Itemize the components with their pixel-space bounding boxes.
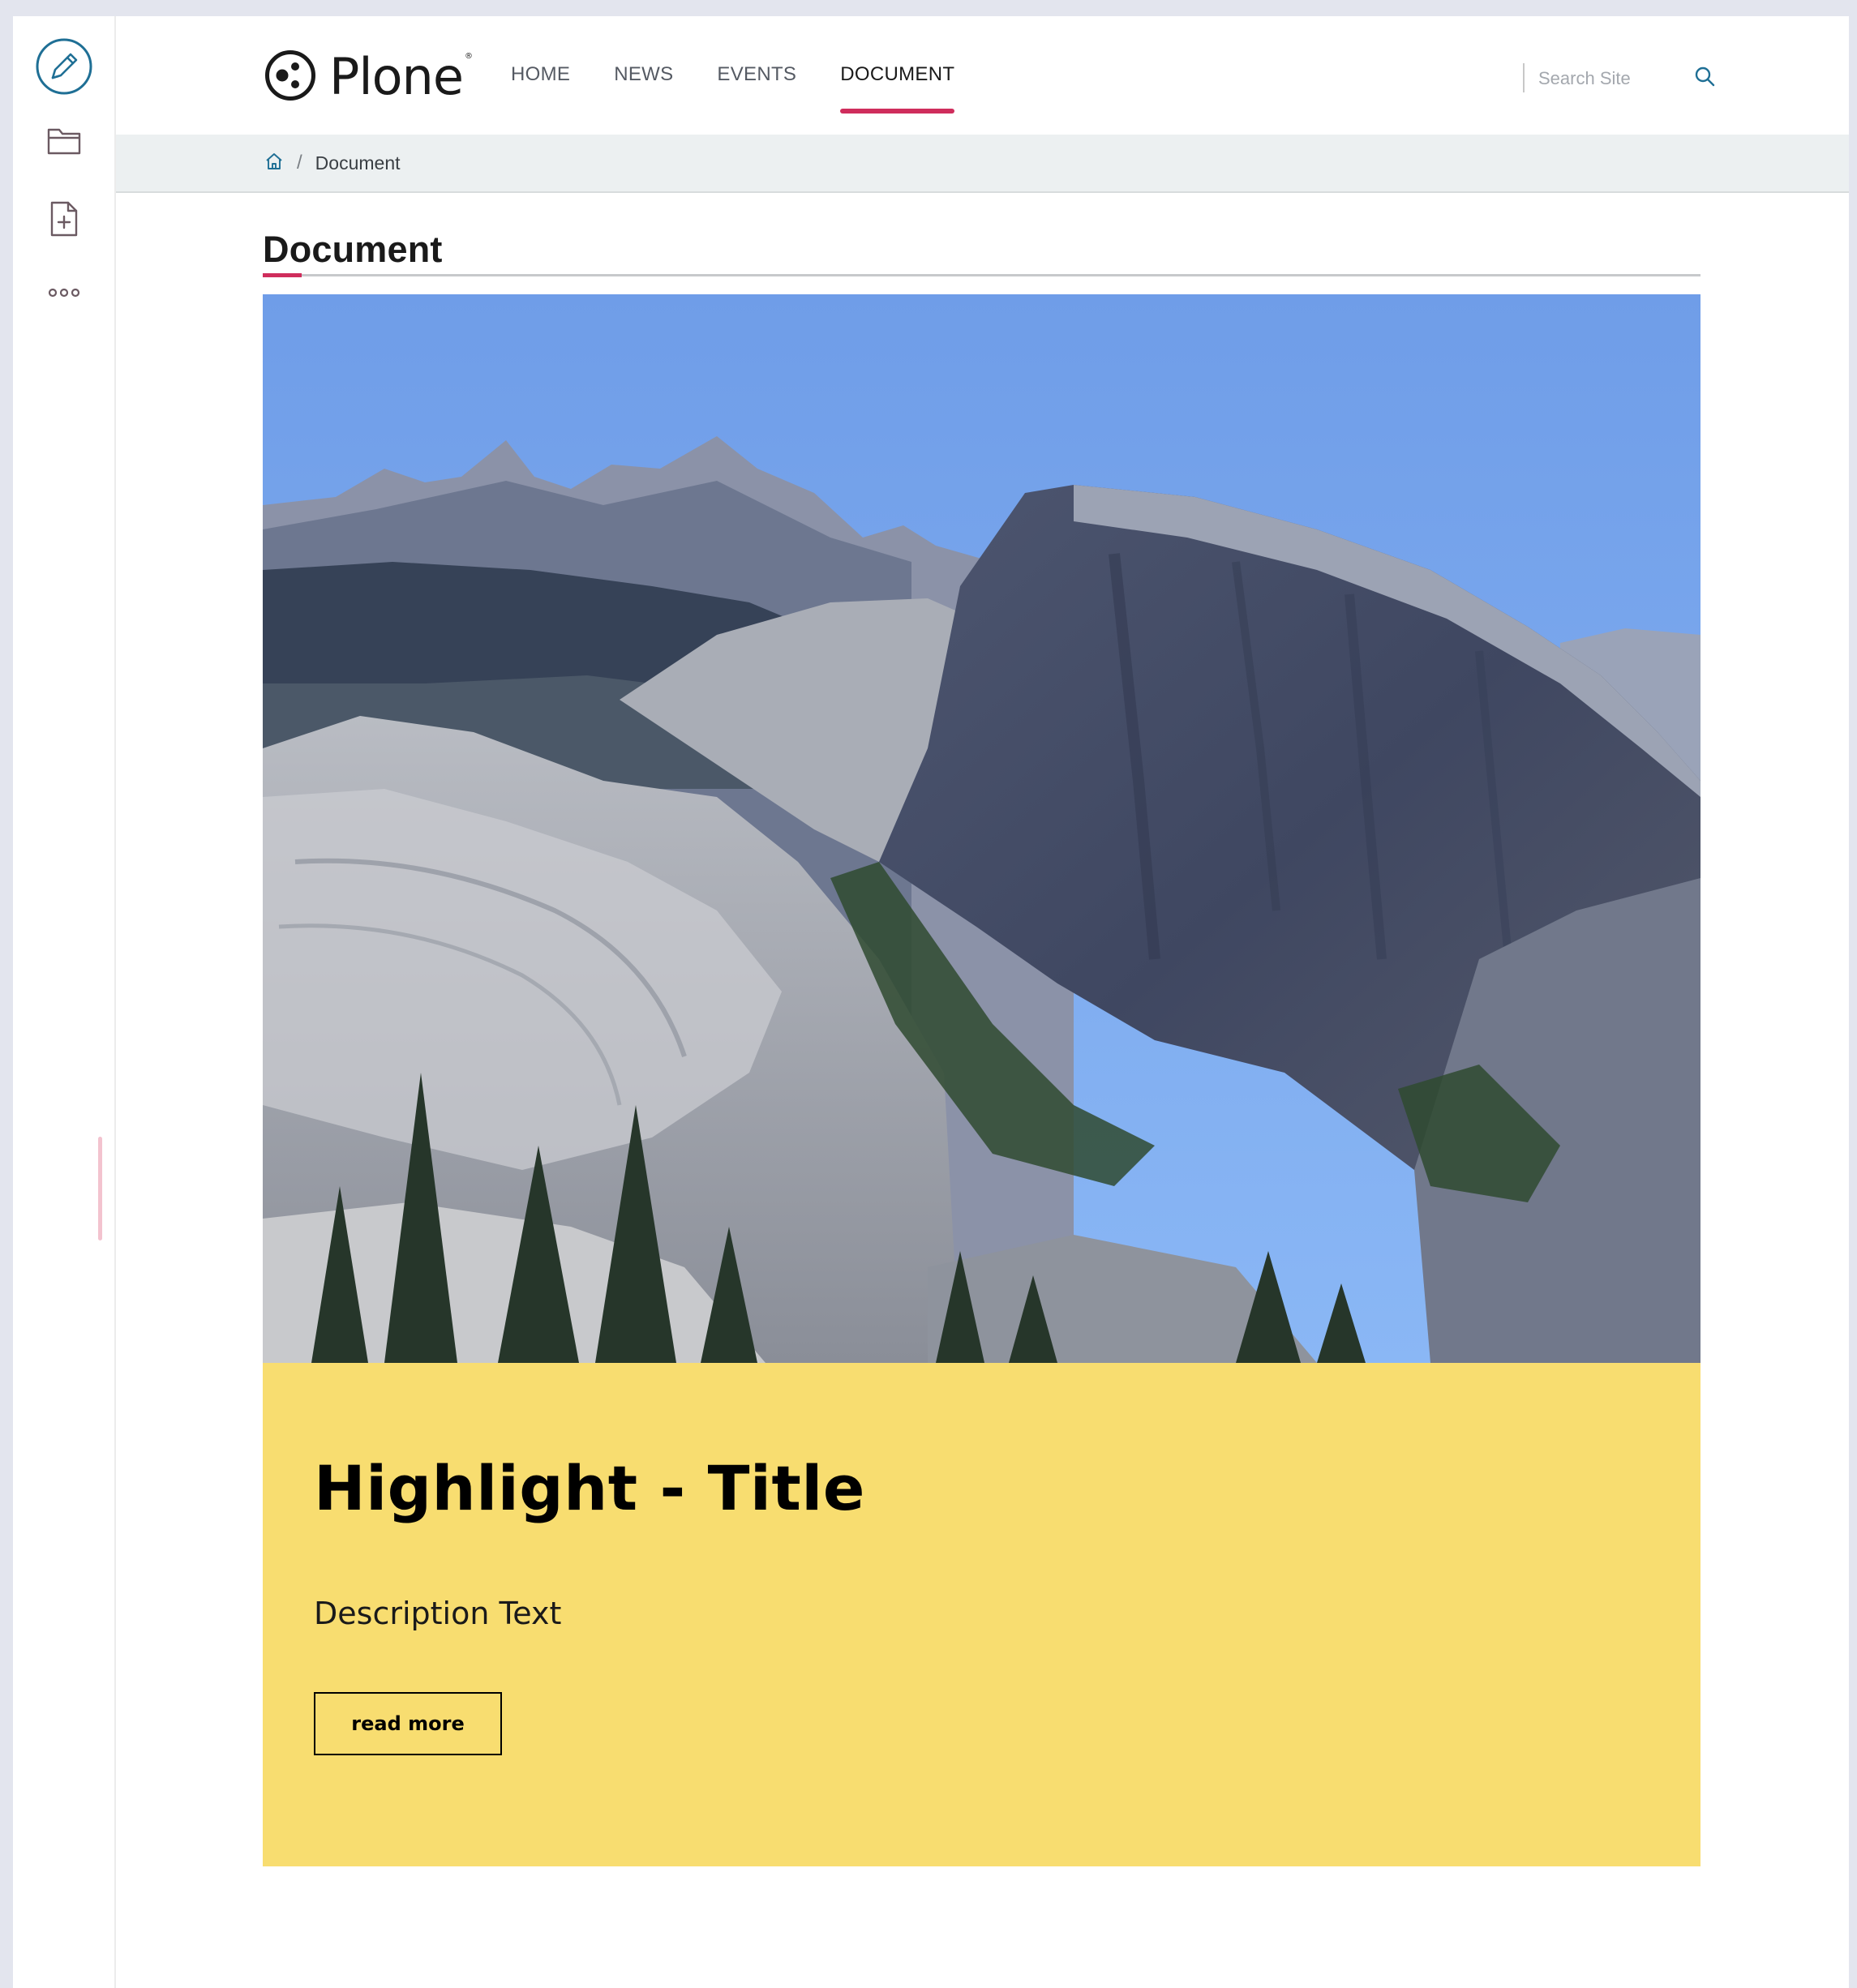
site-header: Plone ® HOME NEWS EVENTS DOCUMENT (116, 16, 1849, 135)
breadcrumb-item-document[interactable]: Document (315, 152, 401, 174)
hero-image (263, 294, 1700, 1363)
main-navigation: HOME NEWS EVENTS DOCUMENT (511, 63, 998, 114)
breadcrumb-bar: / Document (116, 135, 1849, 193)
nav-home[interactable]: HOME (511, 63, 570, 86)
edit-toolbar (13, 16, 116, 1988)
logo-text: Plone (329, 47, 464, 106)
more-icon (48, 286, 80, 302)
plone-logo-icon (264, 49, 316, 105)
nav-news[interactable]: NEWS (614, 63, 673, 86)
nav-events[interactable]: EVENTS (717, 63, 796, 86)
search-divider (1523, 63, 1525, 92)
breadcrumb-home[interactable] (264, 152, 284, 174)
breadcrumb: / Document (264, 135, 401, 191)
folder-icon (46, 126, 82, 159)
pencil-icon (35, 37, 93, 99)
page-title: Document (263, 229, 443, 270)
edit-button[interactable] (13, 37, 114, 99)
search-button[interactable] (1692, 65, 1717, 91)
home-icon (264, 152, 284, 174)
highlight-block: Highlight - Title Description Text read … (263, 1363, 1700, 1866)
more-button[interactable] (13, 276, 114, 311)
title-divider (263, 274, 1700, 276)
read-more-button[interactable]: read more (314, 1692, 502, 1755)
contents-button[interactable] (13, 122, 114, 164)
title-accent-bar (263, 273, 302, 277)
search-icon (1694, 66, 1715, 90)
add-document-icon (49, 200, 79, 241)
toolbar-resize-handle[interactable] (98, 1137, 102, 1240)
logo-registered-mark: ® (465, 51, 473, 61)
site-logo[interactable]: Plone ® (264, 49, 473, 105)
highlight-description: Description Text (314, 1596, 562, 1631)
highlight-title: Highlight - Title (314, 1452, 865, 1524)
breadcrumb-separator: / (297, 152, 302, 174)
nav-document[interactable]: DOCUMENT (840, 63, 955, 114)
page-frame: Plone ® HOME NEWS EVENTS DOCUMENT Search… (13, 16, 1849, 1988)
search-input[interactable] (1537, 63, 1662, 94)
add-content-button[interactable] (13, 196, 114, 245)
